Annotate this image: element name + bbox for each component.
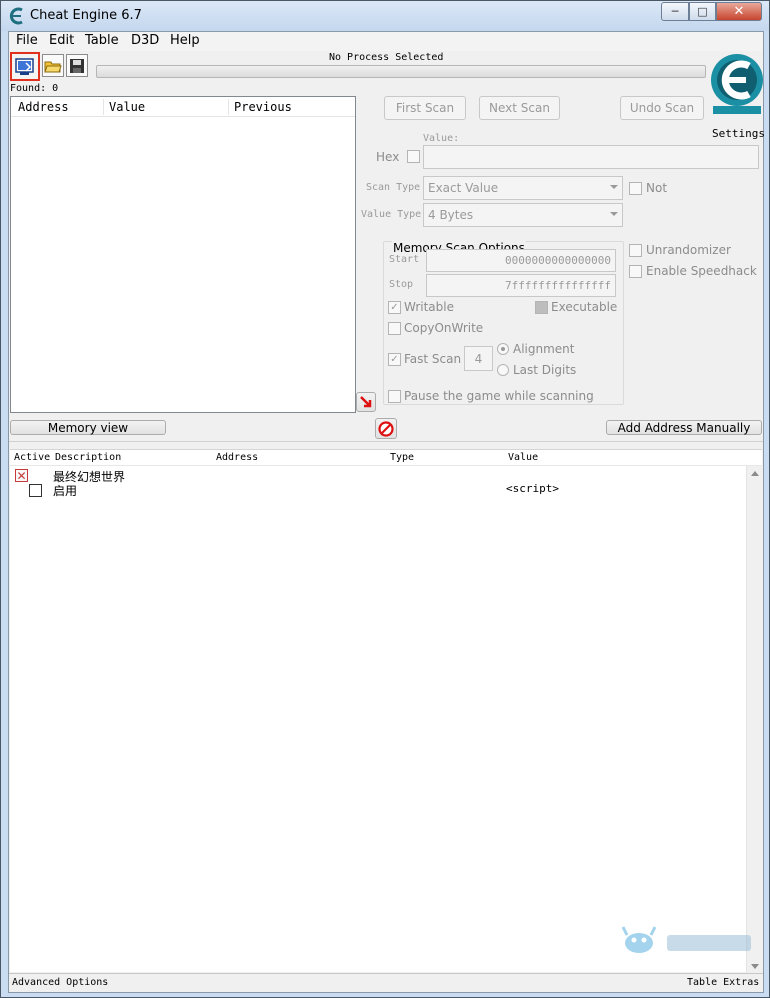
writable-checkbox[interactable]: ✓ [388, 301, 401, 314]
results-header: Address Value Previous [11, 97, 355, 117]
start-address-input[interactable]: 0000000000000000 [426, 249, 616, 272]
column-divider [103, 99, 104, 115]
menu-file[interactable]: File [16, 33, 38, 48]
memory-view-button[interactable]: Memory view [10, 420, 166, 435]
scan-type-select[interactable]: Exact Value [423, 176, 623, 200]
title-bar[interactable]: Cheat Engine 6.7 ─ □ ✕ [1, 1, 769, 31]
active-checkbox-red-x[interactable]: ✕ [15, 469, 28, 482]
scroll-up-icon[interactable] [751, 471, 759, 476]
addr-col-address[interactable]: Address [216, 452, 258, 463]
save-icon [70, 58, 84, 73]
menu-table[interactable]: Table [85, 33, 119, 48]
address-list-scrollbar[interactable] [746, 466, 762, 973]
pause-game-label: Pause the game while scanning [404, 389, 594, 403]
fast-scan-label: Fast Scan [404, 352, 462, 366]
row-value: <script> [506, 482, 559, 495]
unrandomizer-label: Unrandomizer [646, 243, 731, 257]
site-watermark-logo [621, 926, 751, 953]
addr-col-active[interactable]: Active [14, 452, 50, 463]
open-process-icon [15, 57, 34, 75]
writable-label: Writable [404, 300, 454, 314]
speedhack-label: Enable Speedhack [646, 264, 757, 278]
scan-progress-bar [96, 65, 706, 78]
menu-help[interactable]: Help [170, 33, 200, 48]
addr-col-description[interactable]: Description [55, 452, 121, 463]
cheat-engine-logo[interactable] [709, 48, 765, 128]
scan-results-table[interactable]: Address Value Previous [10, 96, 356, 413]
value-label: Value: [423, 133, 460, 144]
copyonwrite-label: CopyOnWrite [404, 321, 484, 335]
undo-scan-button[interactable]: Undo Scan [620, 96, 704, 120]
row-description: 启用 [53, 484, 78, 498]
start-label: Start [389, 254, 420, 265]
unrandomizer-checkbox[interactable] [629, 244, 642, 257]
address-list-header: Active Description Address Type Value [10, 450, 762, 466]
window-title: Cheat Engine 6.7 [30, 8, 142, 23]
main-window: Cheat Engine 6.7 ─ □ ✕ File Edit Table D… [0, 0, 770, 998]
copyonwrite-checkbox[interactable] [388, 322, 401, 335]
menu-d3d[interactable]: D3D [131, 33, 159, 48]
pane-splitter[interactable] [9, 441, 763, 445]
hex-label: Hex [376, 150, 400, 164]
no-entry-icon [378, 420, 394, 437]
first-scan-button[interactable]: First Scan [384, 96, 466, 120]
not-checkbox[interactable] [629, 182, 642, 195]
client-area: File Edit Table D3D Help No Process Sele… [8, 31, 765, 993]
value-input[interactable] [423, 145, 759, 169]
copy-to-list-button[interactable] [356, 392, 376, 412]
results-col-address[interactable]: Address [18, 100, 69, 114]
alignment-label: Alignment [513, 342, 575, 356]
stop-address-input[interactable]: 7fffffffffffffff [426, 274, 616, 297]
chevron-down-icon [610, 212, 618, 216]
next-scan-button[interactable]: Next Scan [479, 96, 560, 120]
active-checkbox[interactable] [29, 484, 42, 497]
process-status: No Process Selected [329, 52, 444, 63]
table-extras-link[interactable]: Table Extras [687, 977, 759, 988]
scan-type-label: Scan Type [366, 182, 421, 193]
alignment-radio[interactable] [497, 343, 509, 355]
scroll-down-icon[interactable] [751, 964, 759, 969]
fast-scan-checkbox[interactable]: ✓ [388, 353, 401, 366]
results-col-previous[interactable]: Previous [234, 100, 292, 114]
settings-label[interactable]: Settings [712, 127, 765, 140]
value-type-label: Value Type [361, 209, 422, 220]
executable-checkbox[interactable] [535, 301, 548, 314]
bottom-bar: Advanced Options Table Extras [9, 973, 763, 992]
menu-edit[interactable]: Edit [49, 33, 74, 48]
open-file-icon [44, 61, 62, 72]
open-process-button[interactable] [10, 52, 40, 81]
add-address-manually-button[interactable]: Add Address Manually [606, 420, 762, 435]
menu-bar: File Edit Table D3D Help [9, 32, 763, 51]
results-col-value[interactable]: Value [109, 100, 145, 114]
last-digits-label: Last Digits [513, 363, 577, 377]
fast-scan-alignment-input[interactable]: 4 [464, 346, 493, 371]
stop-label: Stop [389, 279, 414, 290]
addr-col-value[interactable]: Value [508, 452, 538, 463]
open-file-button[interactable] [42, 54, 64, 77]
address-list-table[interactable]: Active Description Address Type Value ✕ … [10, 449, 762, 973]
value-type-value: 4 Bytes [428, 208, 474, 222]
hex-checkbox[interactable] [407, 150, 420, 163]
last-digits-radio[interactable] [497, 364, 509, 376]
save-button[interactable] [66, 54, 88, 77]
stop-button[interactable] [375, 418, 397, 439]
not-label: Not [646, 181, 668, 195]
pause-game-checkbox[interactable] [388, 390, 401, 403]
cheat-engine-app-icon [9, 7, 23, 25]
maximize-button[interactable]: □ [689, 2, 716, 21]
advanced-options-link[interactable]: Advanced Options [12, 977, 108, 988]
close-button[interactable]: ✕ [716, 2, 762, 21]
red-arrow-icon [360, 396, 372, 408]
chevron-down-icon [610, 185, 618, 189]
scan-type-value: Exact Value [428, 181, 499, 195]
executable-label: Executable [551, 300, 618, 314]
column-divider [228, 99, 229, 115]
minimize-button[interactable]: ─ [661, 2, 689, 21]
addr-col-type[interactable]: Type [390, 452, 414, 463]
found-count: Found: 0 [10, 83, 59, 94]
speedhack-checkbox[interactable] [629, 265, 642, 278]
value-type-select[interactable]: 4 Bytes [423, 203, 623, 227]
